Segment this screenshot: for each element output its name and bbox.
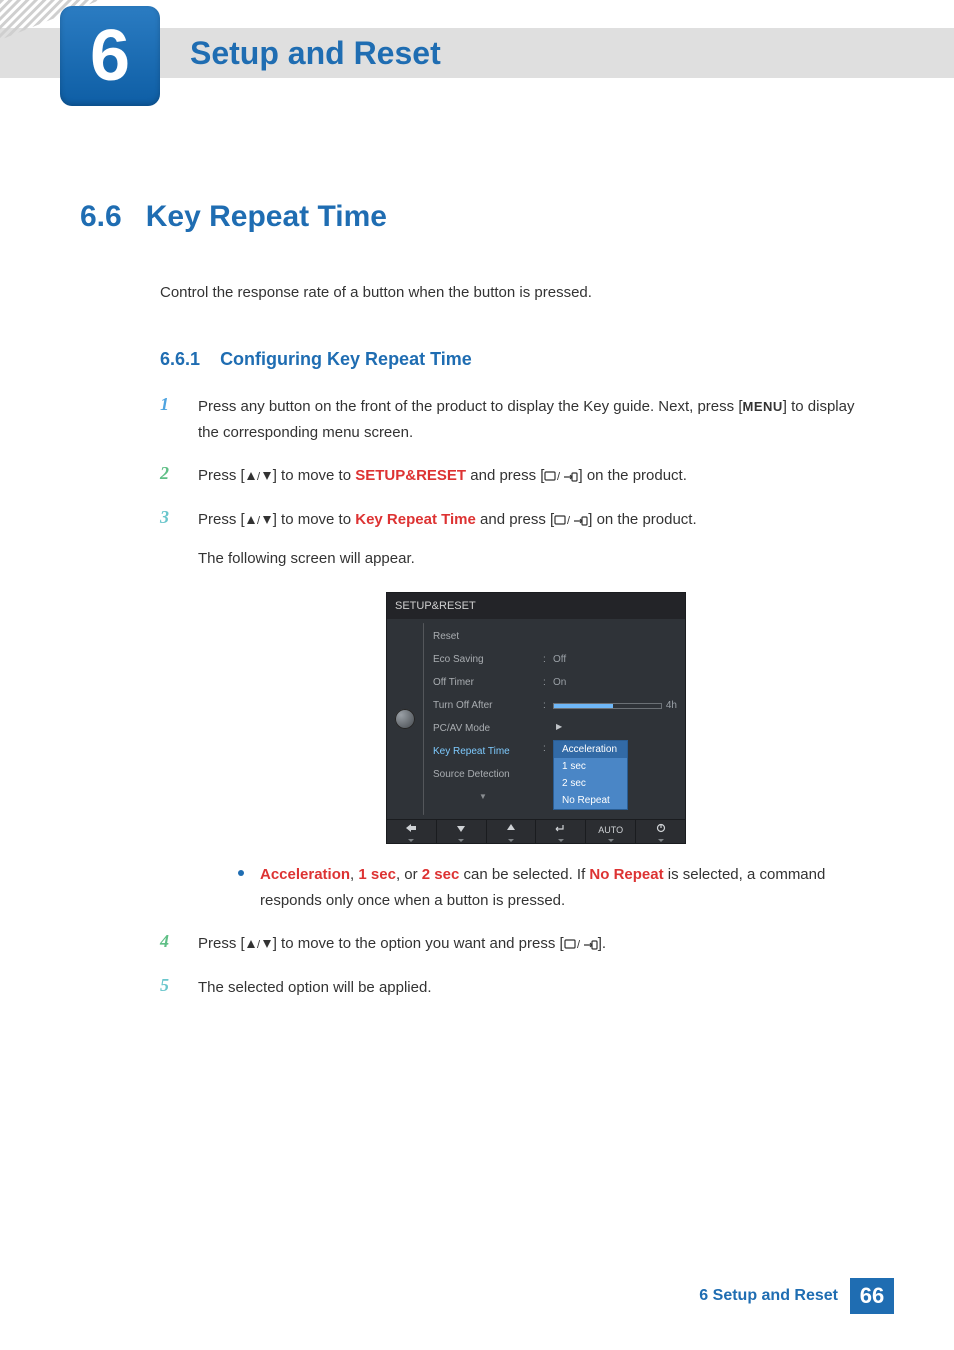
section-heading: 6.6 Key Repeat Time <box>80 200 874 234</box>
svg-text:/: / <box>257 515 261 526</box>
step-follow-text: The following screen will appear. <box>198 546 874 572</box>
page-footer: 6 Setup and Reset 66 <box>0 1274 954 1314</box>
osd-item-source: Source Detection <box>423 763 543 786</box>
gear-icon <box>395 709 415 729</box>
svg-text:/: / <box>557 471 561 482</box>
menu-button-label: MENU <box>742 399 782 414</box>
step-number: 4 <box>160 931 178 952</box>
osd-enter-icon <box>536 820 586 843</box>
up-down-arrows-icon: / <box>245 938 273 950</box>
osd-option-1sec: 1 sec <box>554 758 627 775</box>
osd-item-pcav: PC/AV Mode <box>423 717 543 740</box>
osd-option-norepeat: No Repeat <box>554 792 627 809</box>
step-3: 3 Press [/] to move to Key Repeat Time a… <box>160 507 874 914</box>
osd-down-icon <box>437 820 487 843</box>
subsection-title: Configuring Key Repeat Time <box>220 349 472 369</box>
up-down-arrows-icon: / <box>245 514 273 526</box>
step-body: Press [/] to move to Key Repeat Time and… <box>198 507 874 914</box>
osd-item-keyrepeat: Key Repeat Time <box>423 740 543 763</box>
section-number: 6.6 <box>80 200 122 234</box>
osd-values-column: :Off :On :4h ▶ : Acceleration 1 sec 2 se… <box>543 619 685 819</box>
step-1: 1 Press any button on the front of the p… <box>160 394 874 445</box>
osd-option-acceleration: Acceleration <box>554 741 627 758</box>
footer-page-number: 66 <box>850 1278 894 1314</box>
bullet-text: Acceleration, 1 sec, or 2 sec can be sel… <box>260 862 874 913</box>
svg-text:/: / <box>567 515 571 526</box>
highlight-setup-reset: SETUP&RESET <box>355 467 466 484</box>
svg-text:/: / <box>257 471 261 482</box>
submenu-caret-icon: ▶ <box>553 720 562 734</box>
step-body: Press any button on the front of the pro… <box>198 394 874 445</box>
svg-text:/: / <box>257 939 261 950</box>
osd-title: SETUP&RESET <box>387 593 685 620</box>
content-area: 6.6 Key Repeat Time Control the response… <box>0 100 954 1000</box>
note-bullet: Acceleration, 1 sec, or 2 sec can be sel… <box>238 862 874 913</box>
highlight-key-repeat-time: Key Repeat Time <box>355 511 476 528</box>
svg-text:/: / <box>577 939 581 950</box>
source-enter-icon: / <box>544 470 578 482</box>
osd-screenshot: SETUP&RESET Reset Eco Saving Off Timer T… <box>386 592 686 845</box>
chapter-number-badge: 6 <box>60 6 160 106</box>
osd-slider-bar <box>553 703 662 709</box>
source-enter-icon: / <box>564 938 598 950</box>
osd-item-eco: Eco Saving <box>423 648 543 671</box>
section-intro-text: Control the response rate of a button wh… <box>160 284 874 301</box>
step-body: The selected option will be applied. <box>198 975 874 1001</box>
section-title: Key Repeat Time <box>146 200 387 234</box>
step-number: 3 <box>160 507 178 528</box>
osd-back-icon <box>387 820 437 843</box>
osd-option-2sec: 2 sec <box>554 775 627 792</box>
osd-popup-options: Acceleration 1 sec 2 sec No Repeat <box>553 740 628 810</box>
subsection-number: 6.6.1 <box>160 349 200 369</box>
bullet-dot-icon <box>238 870 244 876</box>
osd-item-turnoff: Turn Off After <box>423 694 543 717</box>
steps-list: 1 Press any button on the front of the p… <box>160 394 874 1000</box>
osd-auto-label: AUTO <box>586 820 636 843</box>
osd-value-eco: Off <box>553 651 566 668</box>
page-header: 6 Setup and Reset <box>0 0 954 100</box>
step-body: Press [/] to move to the option you want… <box>198 931 874 957</box>
osd-menu-list: Reset Eco Saving Off Timer Turn Off Afte… <box>423 619 543 819</box>
osd-item-reset: Reset <box>423 625 543 648</box>
osd-item-offtimer: Off Timer <box>423 671 543 694</box>
osd-power-icon <box>636 820 685 843</box>
step-4: 4 Press [/] to move to the option you wa… <box>160 931 874 957</box>
step-5: 5 The selected option will be applied. <box>160 975 874 1001</box>
subsection-heading: 6.6.1 Configuring Key Repeat Time <box>160 349 874 370</box>
step-number: 5 <box>160 975 178 996</box>
step-body: Press [/] to move to SETUP&RESET and pre… <box>198 463 874 489</box>
step-2: 2 Press [/] to move to SETUP&RESET and p… <box>160 463 874 489</box>
up-down-arrows-icon: / <box>245 470 273 482</box>
osd-up-icon <box>487 820 537 843</box>
chapter-title: Setup and Reset <box>190 28 441 78</box>
scroll-down-indicator-icon: ▼ <box>423 786 543 804</box>
footer-chapter-label: 6 Setup and Reset <box>699 1287 838 1305</box>
step-number: 1 <box>160 394 178 415</box>
osd-icon-column <box>387 619 423 819</box>
osd-footer-buttons: AUTO <box>387 819 685 843</box>
osd-value-turnoff: 4h <box>666 697 677 714</box>
source-enter-icon: / <box>554 514 588 526</box>
step-number: 2 <box>160 463 178 484</box>
osd-value-offtimer: On <box>553 674 566 691</box>
